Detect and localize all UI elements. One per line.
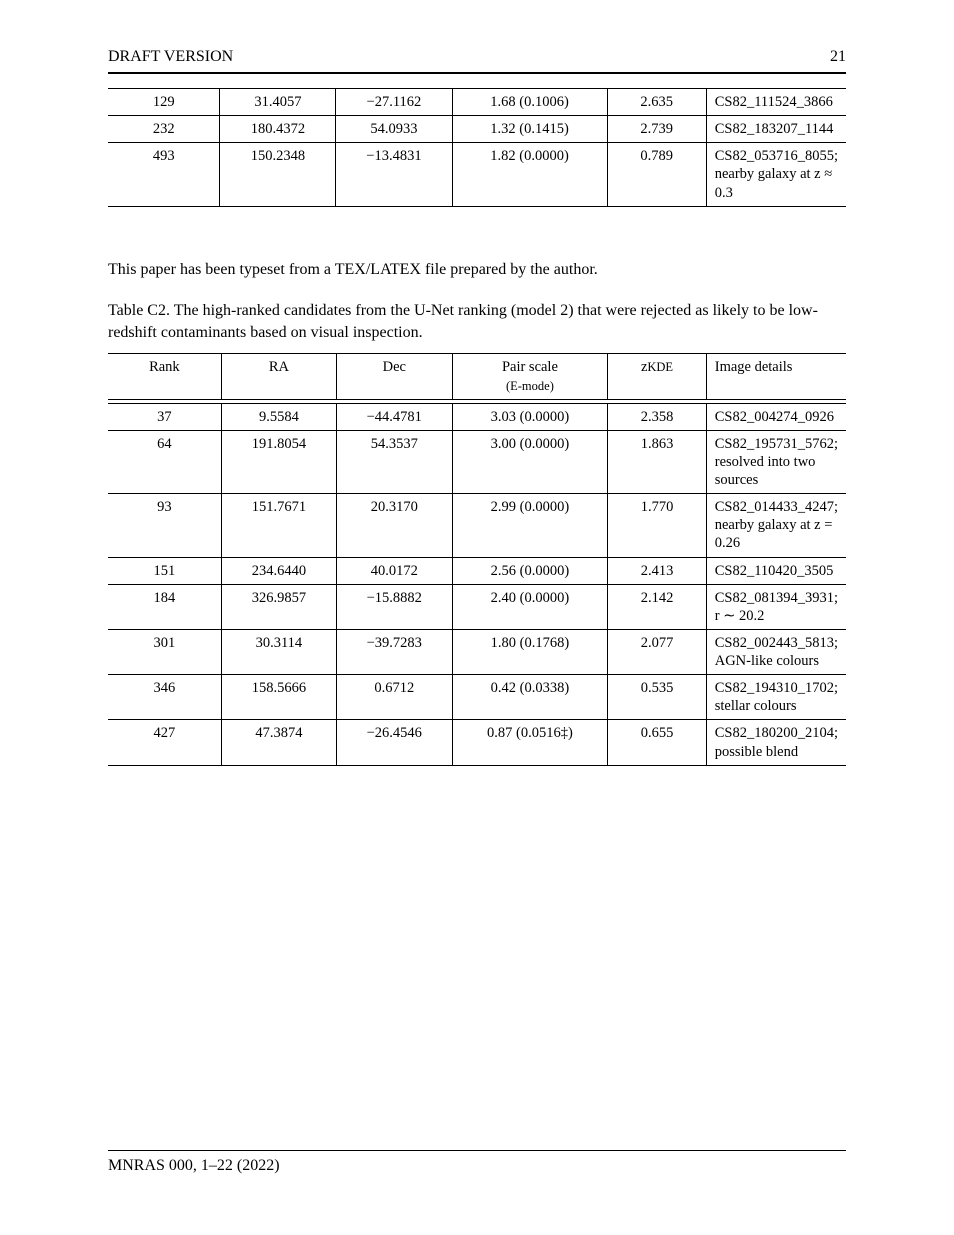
cell-details: CS82_014433_4247; nearby galaxy at z = 0… (706, 494, 846, 557)
table-row: 232 180.4372 54.0933 1.32 (0.1415) 2.739… (108, 116, 846, 143)
cell-rank: 301 (108, 629, 221, 674)
cell-details: CS82_183207_1144 (706, 116, 846, 143)
typeset-note: This paper has been typeset from a TEX/L… (108, 259, 846, 281)
cell-pair: 1.82 (0.0000) (452, 143, 607, 206)
cell-ra: 31.4057 (220, 89, 336, 116)
cell-ra: 47.3874 (221, 720, 336, 765)
cell-ra: 326.9857 (221, 584, 336, 629)
table-row: 129 31.4057 −27.1162 1.68 (0.1006) 2.635… (108, 89, 846, 116)
table-row: 93 151.7671 20.3170 2.99 (0.0000) 1.770 … (108, 494, 846, 557)
cell-ra: 234.6440 (221, 557, 336, 584)
table-row: 427 47.3874 −26.4546 0.87 (0.0516‡) 0.65… (108, 720, 846, 765)
table-c2-caption: Table C2. The high-ranked candidates fro… (108, 300, 846, 343)
cell-details: CS82_195731_5762; resolved into two sour… (706, 430, 846, 493)
cell-z: 0.789 (607, 143, 706, 206)
cell-rank: 184 (108, 584, 221, 629)
cell-rank: 129 (108, 89, 220, 116)
cell-rank: 151 (108, 557, 221, 584)
cell-pair: 2.99 (0.0000) (452, 494, 608, 557)
cell-rank: 427 (108, 720, 221, 765)
cell-dec: 40.0172 (337, 557, 453, 584)
table-a-continued: 129 31.4057 −27.1162 1.68 (0.1006) 2.635… (108, 88, 846, 207)
cell-rank: 346 (108, 675, 221, 720)
cell-dec: −15.8882 (337, 584, 453, 629)
cell-dec: −27.1162 (336, 89, 452, 116)
cell-dec: −26.4546 (337, 720, 453, 765)
col-ra: RA (221, 354, 336, 399)
cell-dec: 0.6712 (337, 675, 453, 720)
cell-z: 2.413 (608, 557, 706, 584)
cell-pair: 2.56 (0.0000) (452, 557, 608, 584)
running-head-left: DRAFT VERSION (108, 48, 233, 66)
cell-pair: 2.40 (0.0000) (452, 584, 608, 629)
cell-pair: 1.68 (0.1006) (452, 89, 607, 116)
cell-dec: 54.0933 (336, 116, 452, 143)
cell-details: CS82_111524_3866 (706, 89, 846, 116)
cell-details: CS82_194310_1702; stellar colours (706, 675, 846, 720)
cell-ra: 30.3114 (221, 629, 336, 674)
cell-pair: 3.03 (0.0000) (452, 403, 608, 430)
cell-details: CS82_002443_5813; AGN-like colours (706, 629, 846, 674)
cell-rank: 93 (108, 494, 221, 557)
running-head: DRAFT VERSION 21 (108, 48, 846, 74)
col-dec: Dec (337, 354, 453, 399)
footer-left: MNRAS 000, 1–22 (2022) (108, 1157, 280, 1175)
cell-ra: 158.5666 (221, 675, 336, 720)
cell-dec: 20.3170 (337, 494, 453, 557)
cell-pair: 0.87 (0.0516‡) (452, 720, 608, 765)
col-details: Image details (706, 354, 846, 399)
col-rank: Rank (108, 354, 221, 399)
table-c2: Rank RA Dec Pair scale (E-mode) zKDE Ima… (108, 353, 846, 765)
cell-rank: 493 (108, 143, 220, 206)
col-z: zKDE (608, 354, 706, 399)
col-pair: Pair scale (E-mode) (452, 354, 608, 399)
cell-rank: 37 (108, 403, 221, 430)
cell-details: CS82_004274_0926 (706, 403, 846, 430)
table-row: 493 150.2348 −13.4831 1.82 (0.0000) 0.78… (108, 143, 846, 206)
cell-z: 2.077 (608, 629, 706, 674)
cell-details: CS82_110420_3505 (706, 557, 846, 584)
cell-z: 2.142 (608, 584, 706, 629)
cell-z: 1.770 (608, 494, 706, 557)
cell-ra: 151.7671 (221, 494, 336, 557)
table-row: 37 9.5584 −44.4781 3.03 (0.0000) 2.358 C… (108, 403, 846, 430)
cell-dec: −13.4831 (336, 143, 452, 206)
cell-pair: 3.00 (0.0000) (452, 430, 608, 493)
footer: MNRAS 000, 1–22 (2022) (108, 1150, 846, 1175)
cell-rank: 232 (108, 116, 220, 143)
table-row: 184 326.9857 −15.8882 2.40 (0.0000) 2.14… (108, 584, 846, 629)
cell-pair: 1.80 (0.1768) (452, 629, 608, 674)
cell-ra: 9.5584 (221, 403, 336, 430)
cell-pair: 1.32 (0.1415) (452, 116, 607, 143)
cell-ra: 191.8054 (221, 430, 336, 493)
cell-details: CS82_180200_2104; possible blend (706, 720, 846, 765)
cell-z: 2.358 (608, 403, 706, 430)
cell-pair: 0.42 (0.0338) (452, 675, 608, 720)
page-number: 21 (830, 48, 846, 66)
cell-dec: −44.4781 (337, 403, 453, 430)
cell-z: 2.635 (607, 89, 706, 116)
cell-details: CS82_053716_8055; nearby galaxy at z ≈ 0… (706, 143, 846, 206)
table-row: 301 30.3114 −39.7283 1.80 (0.1768) 2.077… (108, 629, 846, 674)
cell-dec: 54.3537 (337, 430, 453, 493)
cell-z: 0.655 (608, 720, 706, 765)
cell-ra: 150.2348 (220, 143, 336, 206)
table-header-row: Rank RA Dec Pair scale (E-mode) zKDE Ima… (108, 354, 846, 399)
table-row: 64 191.8054 54.3537 3.00 (0.0000) 1.863 … (108, 430, 846, 493)
cell-z: 2.739 (607, 116, 706, 143)
cell-rank: 64 (108, 430, 221, 493)
cell-details: CS82_081394_3931; r ∼ 20.2 (706, 584, 846, 629)
table-row: 346 158.5666 0.6712 0.42 (0.0338) 0.535 … (108, 675, 846, 720)
cell-z: 1.863 (608, 430, 706, 493)
cell-ra: 180.4372 (220, 116, 336, 143)
cell-z: 0.535 (608, 675, 706, 720)
table-row: 151 234.6440 40.0172 2.56 (0.0000) 2.413… (108, 557, 846, 584)
cell-dec: −39.7283 (337, 629, 453, 674)
